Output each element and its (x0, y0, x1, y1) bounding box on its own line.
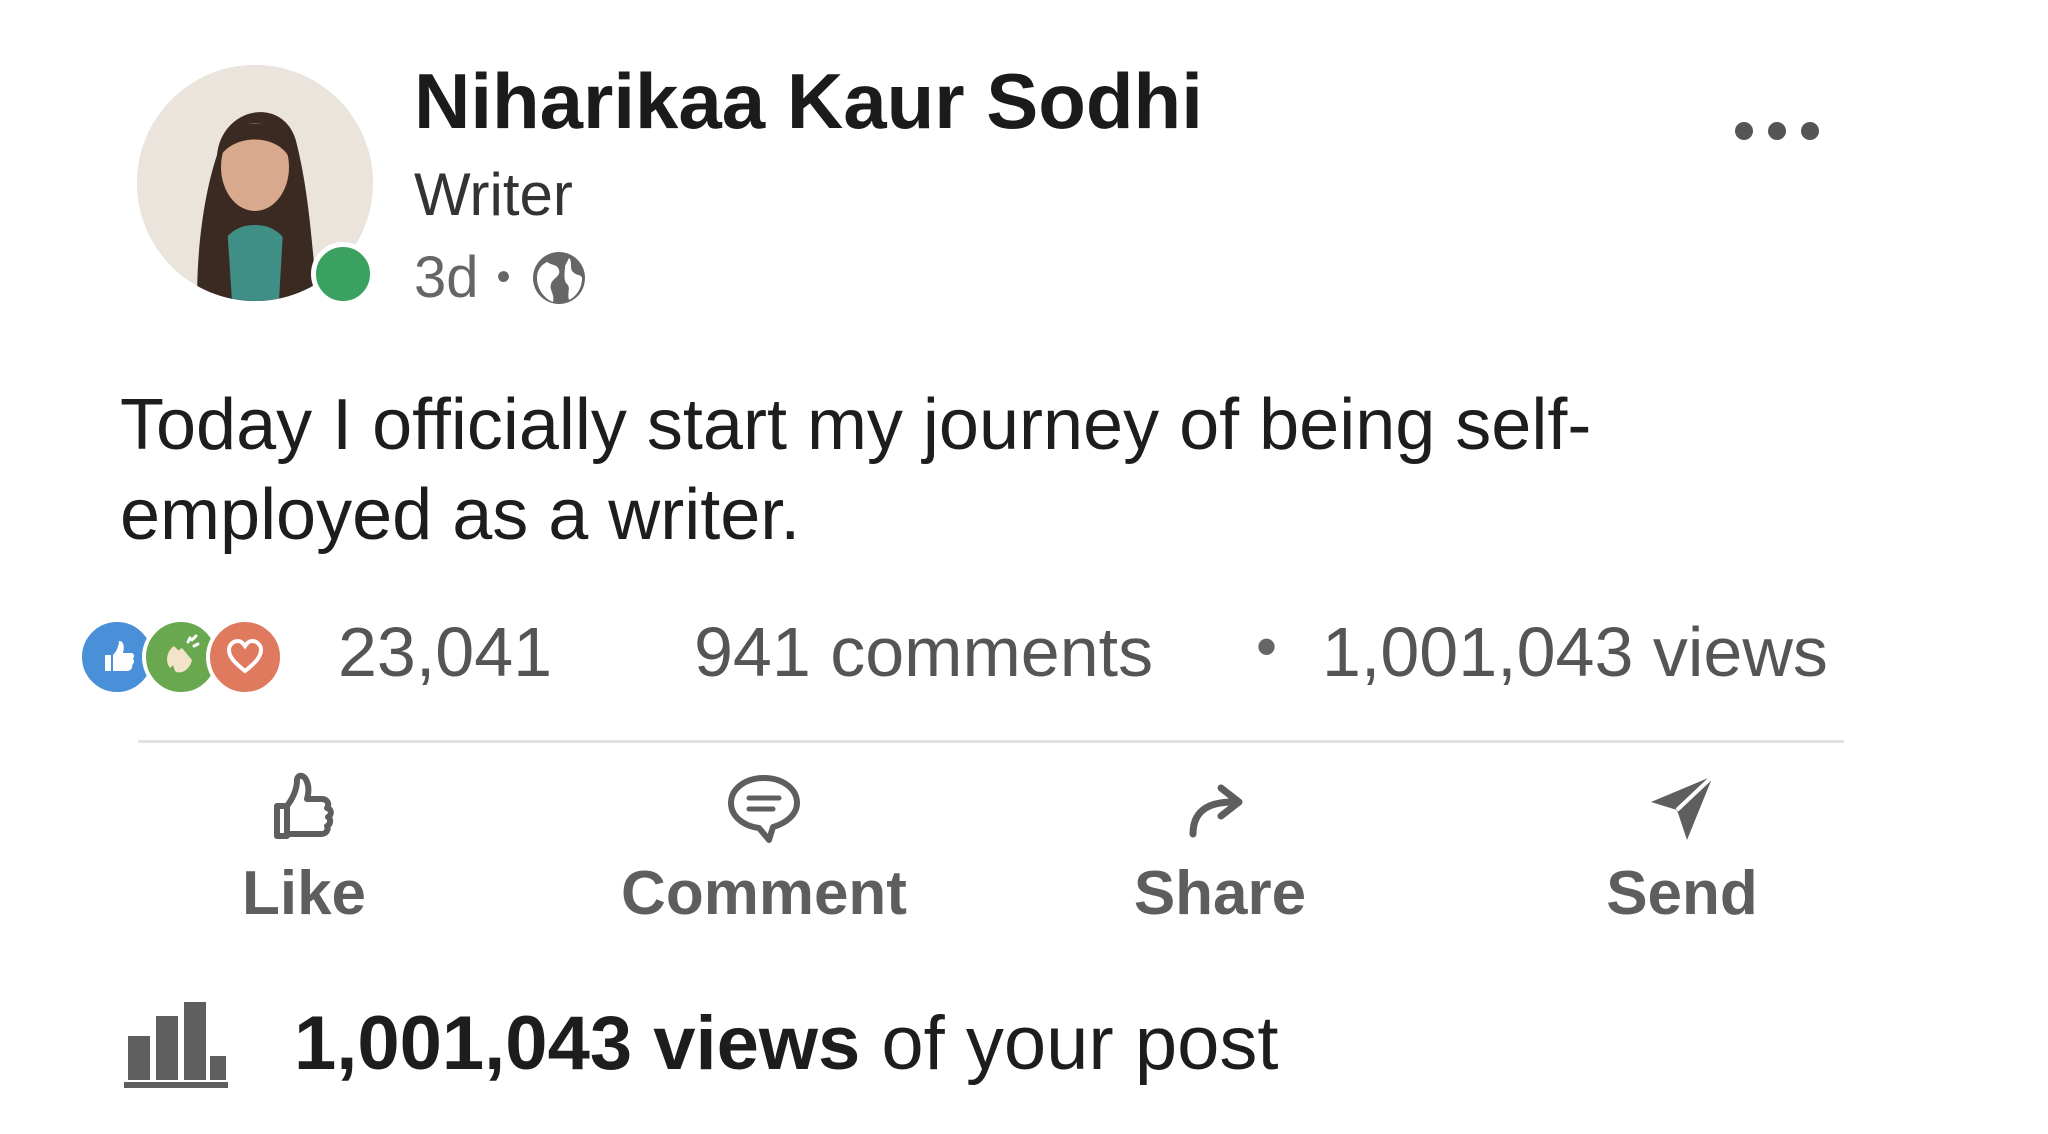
more-dot-icon (1801, 122, 1819, 140)
comment-button[interactable]: Comment (604, 768, 924, 929)
analytics-link[interactable] (122, 998, 230, 1090)
author-name[interactable]: Niharikaa Kaur Sodhi (414, 56, 1203, 147)
globe-icon (532, 251, 585, 304)
send-icon (1651, 774, 1715, 840)
analytics-views: 1,001,043 views (294, 1001, 861, 1086)
reaction-count[interactable]: 23,041 (338, 612, 552, 692)
post-meta: 3d • (414, 244, 589, 311)
comment-count[interactable]: 941 comments (694, 612, 1153, 692)
view-count[interactable]: 1,001,043 views (1322, 612, 1828, 692)
analytics-suffix: of your post (860, 1001, 1279, 1086)
like-label: Like (241, 859, 367, 928)
comment-icon (728, 775, 800, 843)
love-reaction-icon (206, 618, 284, 696)
bar-chart-icon (124, 1002, 228, 1088)
post-text: Today I officially start my journey of b… (120, 385, 1592, 555)
divider (138, 740, 1844, 743)
more-dot-icon (1768, 122, 1786, 140)
more-options-button[interactable] (1735, 122, 1819, 140)
counts-separator: • (1256, 613, 1278, 680)
like-button[interactable]: Like (144, 768, 464, 929)
share-arrow-icon (1189, 784, 1243, 838)
reaction-icons[interactable] (78, 618, 284, 696)
share-label: Share (1133, 859, 1307, 928)
send-label: Send (1606, 859, 1758, 928)
thumbs-up-icon (274, 772, 334, 839)
online-status-indicator (311, 242, 375, 306)
more-dot-icon (1735, 122, 1753, 140)
comment-label: Comment (621, 859, 907, 928)
meta-separator: • (496, 255, 511, 299)
post-time: 3d (414, 245, 479, 310)
share-button[interactable]: Share (1060, 768, 1380, 929)
analytics-summary[interactable]: 1,001,043 views of your post (294, 1000, 1279, 1087)
author-headline: Writer (414, 161, 573, 228)
send-button[interactable]: Send (1522, 768, 1842, 929)
